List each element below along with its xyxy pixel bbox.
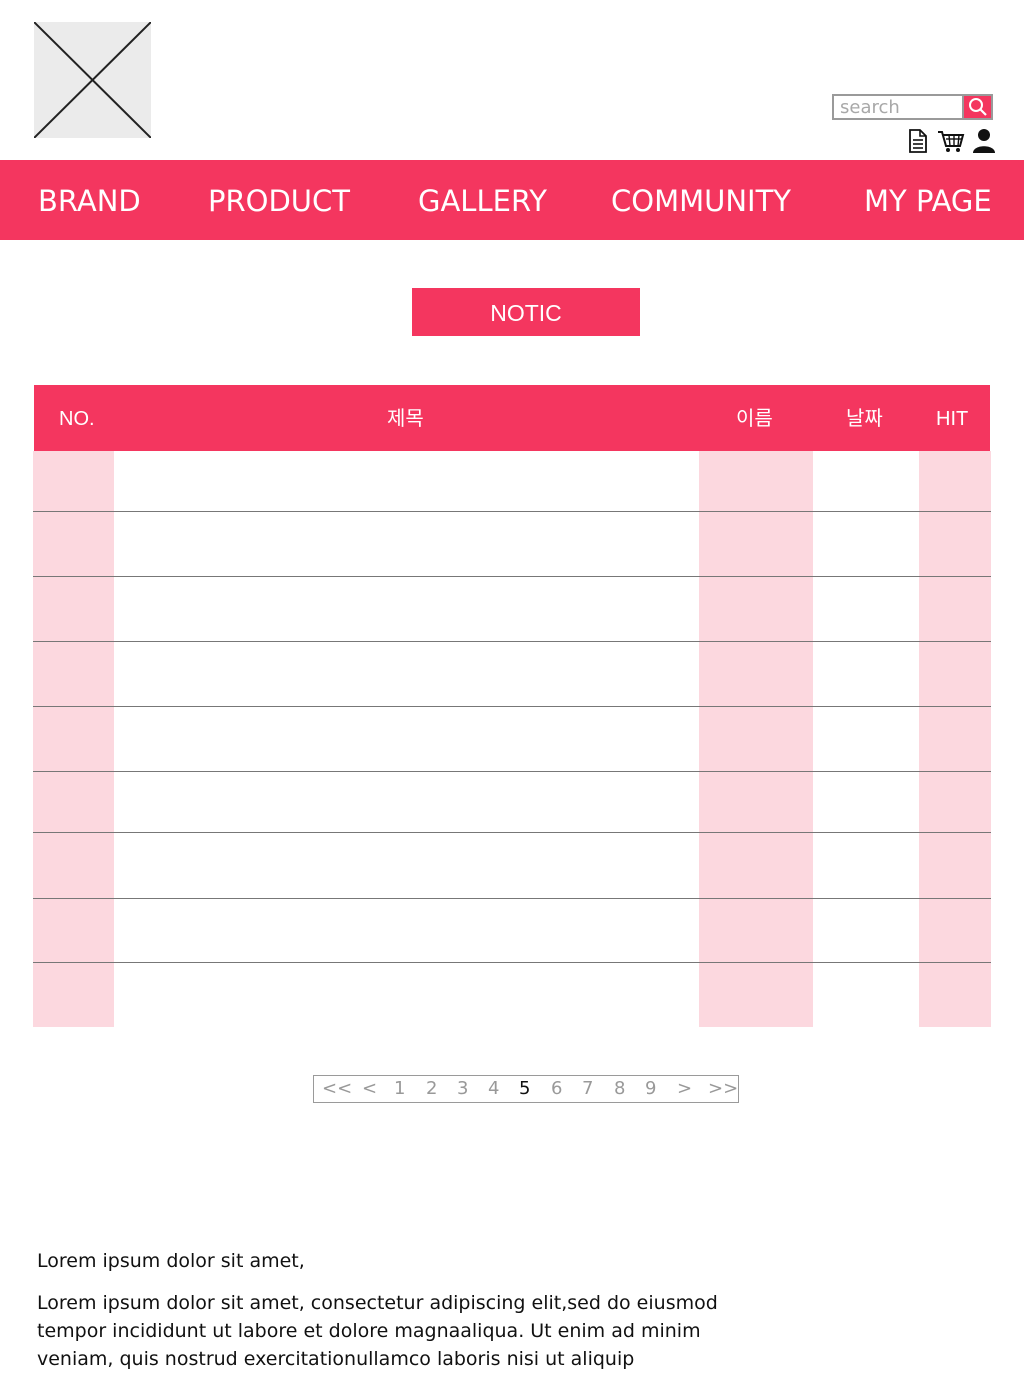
- table-row[interactable]: [33, 898, 991, 899]
- pagination-page-9[interactable]: 9: [645, 1078, 656, 1099]
- column-header-date: 날짜: [846, 408, 883, 430]
- column-header-name: 이름: [736, 408, 773, 430]
- pagination-next[interactable]: >: [677, 1078, 692, 1099]
- footer: Lorem ipsum dolor sit amet, Lorem ipsum …: [37, 1247, 737, 1373]
- table-row[interactable]: [33, 962, 991, 963]
- footer-text-line: veniam, quis nostrud exercitationullamco…: [37, 1348, 635, 1370]
- column-header-title: 제목: [387, 408, 424, 430]
- nav-item-gallery[interactable]: GALLERY: [418, 160, 547, 240]
- document-icon[interactable]: [905, 128, 931, 154]
- table-row[interactable]: [33, 576, 991, 577]
- pagination-last[interactable]: >>: [708, 1078, 738, 1099]
- page-title: NOTIC: [412, 288, 640, 336]
- pagination-page-7[interactable]: 7: [582, 1078, 593, 1099]
- pagination-page-4[interactable]: 4: [488, 1078, 499, 1099]
- logo-placeholder[interactable]: [34, 22, 151, 138]
- cart-icon[interactable]: [937, 128, 965, 154]
- utility-icons: [905, 128, 997, 154]
- footer-text-line: tempor incididunt ut labore et dolore ma…: [37, 1320, 701, 1342]
- footer-text-line: Lorem ipsum dolor sit amet, consectetur …: [37, 1292, 718, 1314]
- table-row[interactable]: [33, 641, 991, 642]
- table-row[interactable]: [33, 771, 991, 772]
- pagination-page-current[interactable]: 5: [519, 1078, 530, 1099]
- table-body: [33, 451, 991, 1027]
- pagination: << < 1 2 3 4 5 6 7 8 9 > >>: [313, 1075, 739, 1103]
- search-input[interactable]: [832, 94, 962, 120]
- nav-item-my-page[interactable]: MY PAGE: [864, 160, 992, 240]
- table-row[interactable]: [33, 832, 991, 833]
- column-name-shade: [699, 451, 813, 1027]
- table-row[interactable]: [33, 706, 991, 707]
- table-row[interactable]: [33, 511, 991, 512]
- table-header: NO. 제목 이름 날짜 HIT: [34, 385, 990, 451]
- image-placeholder-icon: [34, 22, 151, 138]
- column-hit-shade: [919, 451, 991, 1027]
- nav-item-brand[interactable]: BRAND: [38, 160, 141, 240]
- pagination-first[interactable]: <<: [322, 1078, 352, 1099]
- nav-item-product[interactable]: PRODUCT: [208, 160, 350, 240]
- notice-board-table: NO. 제목 이름 날짜 HIT: [33, 385, 991, 1027]
- search-bar: [832, 94, 993, 120]
- pagination-page-8[interactable]: 8: [614, 1078, 625, 1099]
- nav-item-community[interactable]: COMMUNITY: [611, 160, 791, 240]
- search-icon: [968, 98, 987, 116]
- pagination-page-2[interactable]: 2: [426, 1078, 437, 1099]
- column-header-no: NO.: [59, 408, 95, 430]
- column-no-shade: [33, 451, 114, 1027]
- pagination-page-1[interactable]: 1: [394, 1078, 405, 1099]
- footer-heading: Lorem ipsum dolor sit amet,: [37, 1250, 305, 1272]
- main-nav: BRAND PRODUCT GALLERY COMMUNITY MY PAGE: [0, 160, 1024, 240]
- column-header-hit: HIT: [936, 408, 969, 430]
- user-icon[interactable]: [971, 128, 997, 154]
- pagination-page-3[interactable]: 3: [457, 1078, 468, 1099]
- pagination-prev[interactable]: <: [362, 1078, 377, 1099]
- pagination-page-6[interactable]: 6: [551, 1078, 562, 1099]
- search-button[interactable]: [962, 94, 993, 120]
